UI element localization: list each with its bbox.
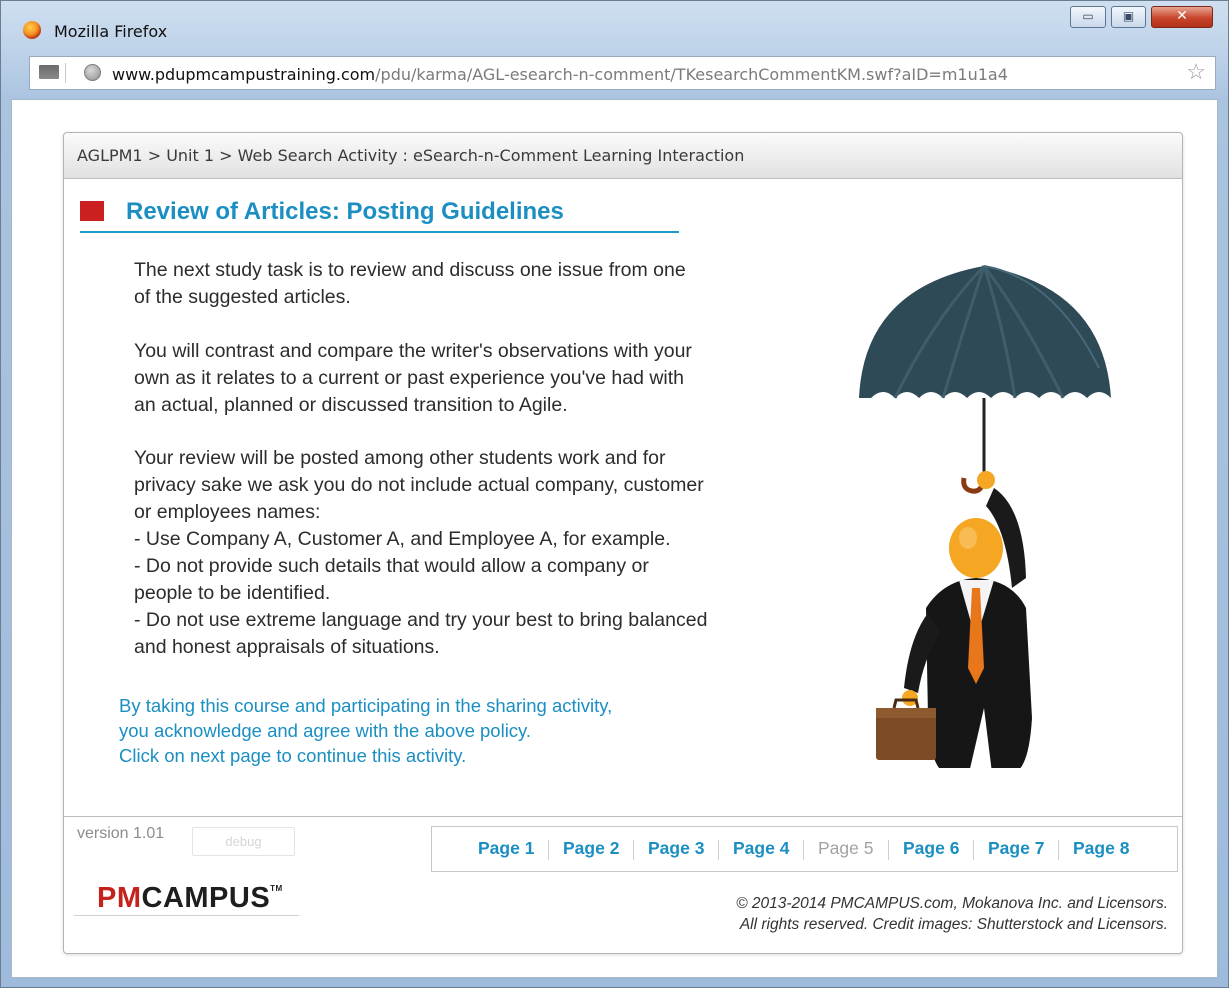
notice-line: Click on next page to continue this acti… [119, 745, 467, 766]
red-square-icon [80, 201, 104, 221]
lesson-panel: AGLPM1 > Unit 1 > Web Search Activity : … [63, 132, 1183, 954]
notice-line: you acknowledge and agree with the above… [119, 720, 532, 741]
paragraph-line: - Do not provide such details that would… [134, 555, 649, 577]
version-label: version 1.01 [77, 825, 165, 842]
page-content: AGLPM1 > Unit 1 > Web Search Activity : … [11, 99, 1218, 978]
paragraph-line: You will contrast and compare the writer… [134, 340, 692, 362]
copyright-line: All rights reserved. Credit images: Shut… [739, 916, 1168, 933]
page-divider [1058, 840, 1059, 860]
browser-window: Mozilla Firefox ▭ ▣ ✕ www.pdupmcampustra… [0, 0, 1229, 988]
panel-header: AGLPM1 > Unit 1 > Web Search Activity : … [64, 133, 1182, 179]
paragraph-line: of the suggested articles. [134, 286, 351, 308]
paragraph-1: The next study task is to review and dis… [134, 257, 814, 311]
page-navigation: Page 1 Page 2 Page 3 Page 4 Page 5 Page … [431, 826, 1178, 872]
page-divider [633, 840, 634, 860]
page-7-link[interactable]: Page 7 [988, 838, 1044, 859]
page-icon [39, 65, 59, 79]
paragraph-line: people to be identified. [134, 582, 331, 604]
paragraph-line: or employees names: [134, 501, 321, 523]
minimize-button[interactable]: ▭ [1070, 6, 1106, 28]
paragraph-2: You will contrast and compare the writer… [134, 338, 814, 419]
page-divider [803, 840, 804, 860]
paragraph-line: and honest appraisals of situations. [134, 636, 440, 658]
lesson-body: Review of Articles: Posting Guidelines T… [64, 178, 1182, 816]
url-domain: www.pdupmcampustraining.com [112, 65, 376, 84]
page-divider [718, 840, 719, 860]
title-bar[interactable]: Mozilla Firefox ▭ ▣ ✕ [1, 1, 1228, 49]
policy-notice: By taking this course and participating … [119, 693, 759, 768]
section-title: Review of Articles: Posting Guidelines [80, 197, 679, 233]
paragraph-line: - Use Company A, Customer A, and Employe… [134, 528, 671, 550]
copyright-notice: © 2013-2014 PMCAMPUS.com, Mokanova Inc. … [736, 893, 1168, 935]
address-divider [65, 63, 66, 83]
paragraph-line: Your review will be posted among other s… [134, 447, 666, 469]
logo-campus: CAMPUS [141, 882, 271, 914]
url-text[interactable]: www.pdupmcampustraining.com/pdu/karma/AG… [112, 65, 1008, 84]
page-3-link[interactable]: Page 3 [648, 838, 704, 859]
window-title: Mozilla Firefox [54, 22, 168, 41]
logo-underline [74, 915, 299, 916]
paragraph-line: own as it relates to a current or past e… [134, 367, 685, 389]
businessman-umbrella-illustration [859, 264, 1111, 768]
debug-button[interactable]: debug [192, 827, 295, 856]
paragraph-line: The next study task is to review and dis… [134, 259, 686, 281]
firefox-icon [23, 21, 41, 39]
page-4-link[interactable]: Page 4 [733, 838, 789, 859]
paragraph-line: - Do not use extreme language and try yo… [134, 609, 708, 631]
notice-line: By taking this course and participating … [119, 695, 613, 716]
panel-footer: version 1.01 debug Page 1 Page 2 Page 3 … [64, 816, 1182, 953]
page-2-link[interactable]: Page 2 [563, 838, 619, 859]
page-divider [548, 840, 549, 860]
url-path: /pdu/karma/AGL-esearch-n-comment/TKesear… [375, 65, 1008, 84]
page-divider [888, 840, 889, 860]
page-5-current: Page 5 [818, 838, 874, 858]
logo-pm: PM [97, 882, 142, 914]
page-1-link[interactable]: Page 1 [478, 838, 534, 859]
address-bar[interactable]: www.pdupmcampustraining.com/pdu/karma/AG… [29, 56, 1216, 90]
pmcampus-logo: PMCAMPUSTM [97, 882, 283, 915]
paragraph-line: an actual, planned or discussed transiti… [134, 394, 568, 416]
breadcrumb: AGLPM1 > Unit 1 > Web Search Activity : … [77, 146, 745, 165]
page-title: Review of Articles: Posting Guidelines [126, 198, 564, 225]
logo-trademark: TM [270, 884, 283, 893]
close-button[interactable]: ✕ [1151, 6, 1213, 28]
globe-icon [84, 64, 101, 81]
page-divider [973, 840, 974, 860]
paragraph-line: privacy sake we ask you do not include a… [134, 474, 704, 496]
star-icon[interactable]: ☆ [1186, 59, 1206, 85]
page-8-link[interactable]: Page 8 [1073, 838, 1129, 859]
page-6-link[interactable]: Page 6 [903, 838, 959, 859]
maximize-button[interactable]: ▣ [1111, 6, 1146, 28]
paragraph-3: Your review will be posted among other s… [134, 445, 814, 661]
copyright-line: © 2013-2014 PMCAMPUS.com, Mokanova Inc. … [736, 895, 1168, 912]
